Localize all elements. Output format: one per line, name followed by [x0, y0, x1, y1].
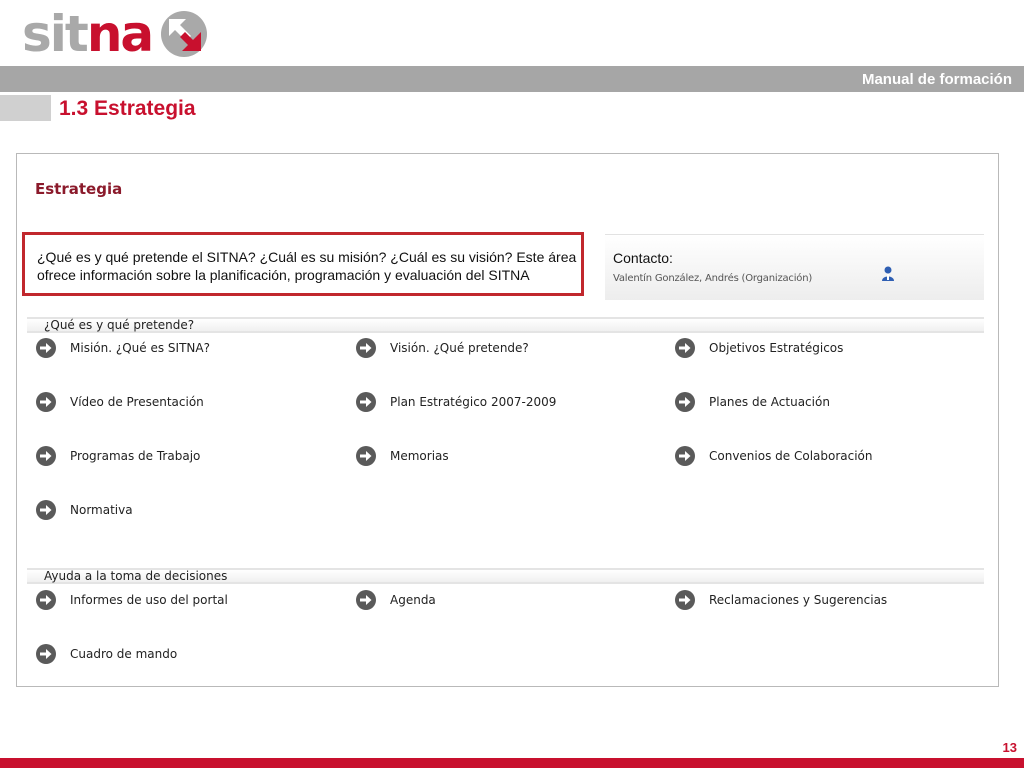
link-label: Convenios de Colaboración	[709, 449, 873, 463]
logo-text: sitna	[22, 5, 154, 63]
arrow-right-circle-icon	[675, 338, 695, 358]
intro-line-2: ofrece información sobre la planificació…	[37, 267, 530, 283]
link-label: Agenda	[390, 593, 436, 607]
section-header-ayuda-decisiones: Ayuda a la toma de decisiones	[27, 568, 984, 584]
link-informes-uso[interactable]: Informes de uso del portal	[35, 588, 228, 612]
screenshot-frame: Estrategia ¿Qué es y qué pretende el SIT…	[16, 153, 999, 687]
link-label: Normativa	[70, 503, 133, 517]
screen-title: Estrategia	[35, 180, 123, 198]
contact-label: Contacto:	[613, 250, 673, 266]
section-title: Ayuda a la toma de decisiones	[44, 569, 228, 583]
header-bar: Manual de formación	[0, 66, 1024, 92]
link-label: Planes de Actuación	[709, 395, 830, 409]
arrow-right-circle-icon	[356, 590, 376, 610]
heading-marker	[0, 95, 51, 121]
link-plan-estrategico[interactable]: Plan Estratégico 2007-2009	[355, 390, 556, 414]
link-label: Visión. ¿Qué pretende?	[390, 341, 529, 355]
link-label: Misión. ¿Qué es SITNA?	[70, 341, 210, 355]
arrow-right-circle-icon	[356, 392, 376, 412]
arrow-right-circle-icon	[36, 500, 56, 520]
link-normativa[interactable]: Normativa	[35, 498, 133, 522]
arrow-right-circle-icon	[356, 338, 376, 358]
arrow-right-circle-icon	[356, 446, 376, 466]
link-label: Vídeo de Presentación	[70, 395, 204, 409]
user-icon[interactable]	[881, 266, 895, 282]
link-label: Programas de Trabajo	[70, 449, 201, 463]
arrow-right-circle-icon	[675, 590, 695, 610]
intro-highlight-box: ¿Qué es y qué pretende el SITNA? ¿Cuál e…	[22, 232, 584, 296]
section-title: ¿Qué es y qué pretende?	[44, 318, 195, 332]
page-number: 13	[1002, 740, 1017, 755]
link-cuadro-mando[interactable]: Cuadro de mando	[35, 642, 177, 666]
link-vision[interactable]: Visión. ¿Qué pretende?	[355, 336, 529, 360]
intro-line-1: ¿Qué es y qué pretende el SITNA? ¿Cuál e…	[37, 249, 577, 265]
link-agenda[interactable]: Agenda	[355, 588, 436, 612]
manual-title: Manual de formación	[861, 71, 1012, 88]
link-label: Cuadro de mando	[70, 647, 178, 661]
logo-text-sit: sit	[22, 5, 89, 63]
contact-name[interactable]: Valentín González, Andrés (Organización)	[613, 273, 812, 284]
section-header-que-es: ¿Qué es y qué pretende?	[27, 317, 984, 333]
arrow-right-circle-icon	[36, 392, 56, 412]
link-label: Informes de uso del portal	[70, 593, 228, 607]
link-convenios-colaboracion[interactable]: Convenios de Colaboración	[674, 444, 873, 468]
page-title: 1.3 Estrategia	[59, 97, 196, 120]
link-memorias[interactable]: Memorias	[355, 444, 449, 468]
contact-panel: Contacto: Valentín González, Andrés (Org…	[605, 234, 984, 300]
link-label: Objetivos Estratégicos	[709, 341, 844, 355]
link-video-presentacion[interactable]: Vídeo de Presentación	[35, 390, 204, 414]
footer-bar	[0, 758, 1024, 768]
link-objetivos-estrategicos[interactable]: Objetivos Estratégicos	[674, 336, 843, 360]
arrow-right-circle-icon	[675, 392, 695, 412]
arrow-right-circle-icon	[36, 590, 56, 610]
arrow-right-circle-icon	[36, 446, 56, 466]
link-mision[interactable]: Misión. ¿Qué es SITNA?	[35, 336, 210, 360]
link-label: Memorias	[390, 449, 449, 463]
link-planes-actuacion[interactable]: Planes de Actuación	[674, 390, 830, 414]
link-reclamaciones-sugerencias[interactable]: Reclamaciones y Sugerencias	[674, 588, 887, 612]
link-label: Reclamaciones y Sugerencias	[709, 593, 888, 607]
arrow-right-circle-icon	[36, 644, 56, 664]
sitna-logo: sitna	[22, 6, 208, 62]
arrow-right-circle-icon	[36, 338, 56, 358]
link-programas-trabajo[interactable]: Programas de Trabajo	[35, 444, 200, 468]
arrow-right-circle-icon	[675, 446, 695, 466]
logo-arrows-icon	[161, 11, 208, 57]
logo-text-na: na	[86, 5, 154, 63]
link-label: Plan Estratégico 2007-2009	[390, 395, 557, 409]
